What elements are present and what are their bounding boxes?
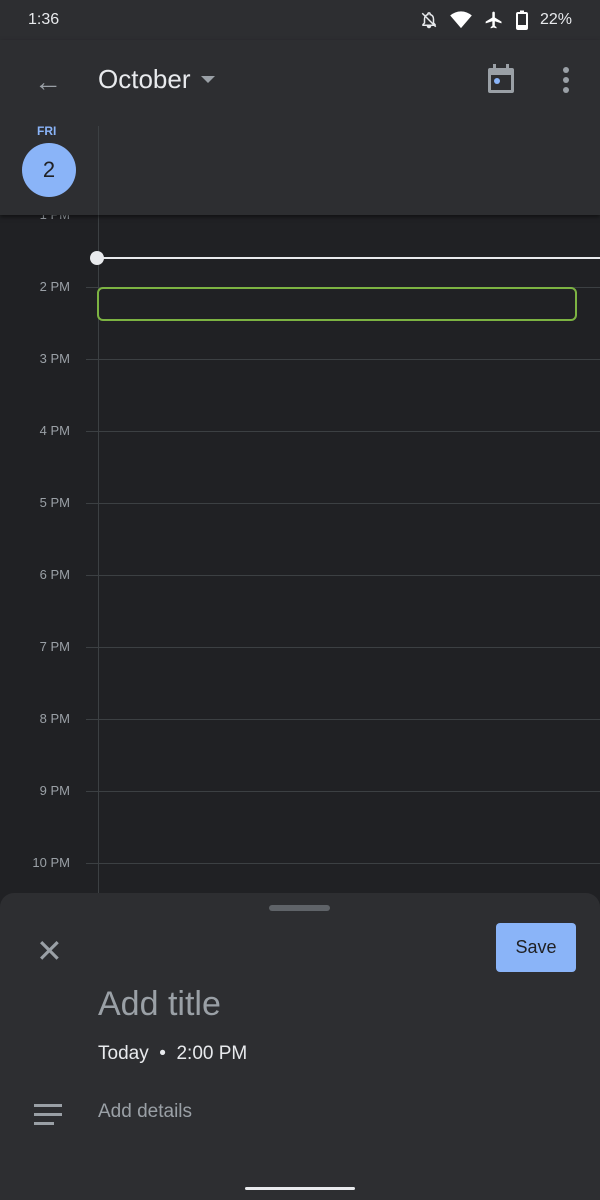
details-input[interactable]: Add details: [98, 1101, 192, 1123]
dropdown-arrow-icon: [200, 76, 215, 83]
hour-row: 4 PM: [0, 423, 600, 438]
hour-line: [86, 863, 600, 864]
day-grid[interactable]: 10 PM 9 PM 8 PM 7 PM 6 PM 5 PM 4 PM 3 PM 2 PM 1 P…: [0, 207, 600, 895]
hour-line: [86, 503, 600, 504]
hour-row: 8 PM: [0, 711, 600, 726]
hour-line: [86, 791, 600, 792]
drag-handle[interactable]: [269, 905, 330, 911]
notes-icon: [34, 1104, 62, 1131]
current-time-line: [97, 257, 600, 259]
quick-create-sheet: ✕ Save Add title Today • 2:00 PM Add det…: [0, 893, 600, 1200]
month-selector[interactable]: October: [98, 64, 215, 95]
new-event-placeholder[interactable]: [97, 287, 577, 321]
hour-label: 4 PM: [39, 423, 70, 438]
weekday-label: FRI: [37, 124, 57, 138]
hour-row: 9 PM: [0, 783, 600, 798]
hour-row: 1 PM: [0, 207, 600, 222]
notifications-off-icon: [421, 12, 437, 29]
hour-row: 7 PM: [0, 639, 600, 654]
hour-label: 9 PM: [39, 783, 70, 798]
hour-row: 5 PM: [0, 495, 600, 510]
arrow-back-icon[interactable]: ←: [34, 66, 62, 98]
hour-row: 10 PM: [0, 855, 600, 870]
month-label: October: [98, 64, 191, 94]
hour-label: 7 PM: [39, 639, 70, 654]
hour-label: 8 PM: [39, 711, 70, 726]
hour-line: [86, 431, 600, 432]
date-circle[interactable]: 2: [22, 143, 76, 197]
hour-label: 3 PM: [39, 351, 70, 366]
save-button[interactable]: Save: [496, 923, 576, 972]
divider: [98, 126, 99, 215]
hour-label: 6 PM: [39, 567, 70, 582]
date-time[interactable]: Today • 2:00 PM: [98, 1043, 247, 1065]
time-label[interactable]: 2:00 PM: [176, 1043, 247, 1064]
title-input[interactable]: Add title: [98, 985, 221, 1024]
separator: •: [159, 1043, 166, 1064]
wifi-icon: [450, 11, 472, 29]
close-icon[interactable]: ✕: [36, 935, 63, 967]
battery-icon: [515, 10, 528, 30]
clock: 1:36: [28, 11, 60, 28]
current-time-dot: [90, 251, 104, 265]
more-vert-icon[interactable]: [556, 66, 576, 94]
date-label[interactable]: Today: [98, 1043, 149, 1064]
hour-line: [86, 647, 600, 648]
gesture-nav-bar[interactable]: [245, 1187, 355, 1190]
hour-label: 2 PM: [39, 279, 70, 294]
hour-row: 6 PM: [0, 567, 600, 582]
app-bar: ← October FRI 2: [0, 40, 600, 215]
status-bar: 1:36 22%: [0, 0, 600, 40]
hour-line: [86, 359, 600, 360]
hour-label: 10 PM: [32, 855, 70, 870]
hour-line: [86, 719, 600, 720]
battery-level: 22%: [539, 11, 572, 28]
calendar-today-icon[interactable]: [487, 64, 515, 94]
hour-label: 5 PM: [39, 495, 70, 510]
hour-row: 3 PM: [0, 351, 600, 366]
airplane-mode-icon: [485, 11, 502, 29]
hour-line: [86, 575, 600, 576]
